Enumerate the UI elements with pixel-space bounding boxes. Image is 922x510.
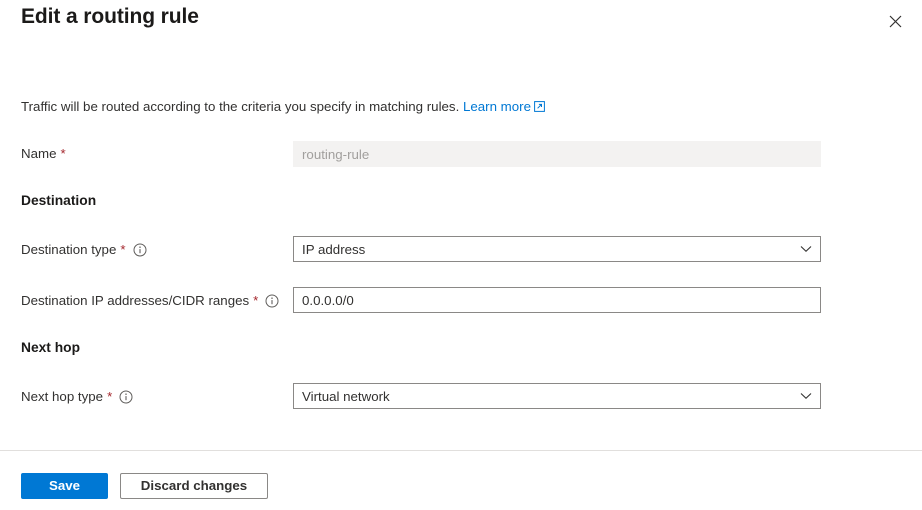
page-title: Edit a routing rule xyxy=(21,5,199,29)
next-hop-type-dropdown[interactable]: Virtual network xyxy=(293,383,821,409)
next-hop-type-label-text: Next hop type xyxy=(21,388,103,406)
name-label: Name * xyxy=(21,145,66,163)
external-link-icon xyxy=(534,99,545,117)
destination-ranges-field-wrap xyxy=(293,287,821,313)
blade-footer: Save Discard changes xyxy=(0,450,922,510)
blade-header: Edit a routing rule xyxy=(0,0,922,46)
chevron-down-icon xyxy=(800,387,812,405)
info-icon[interactable] xyxy=(119,390,133,404)
learn-more-label: Learn more xyxy=(463,99,531,114)
blade-body: Traffic will be routed according to the … xyxy=(0,46,922,450)
learn-more-link[interactable]: Learn more xyxy=(463,99,545,114)
required-indicator: * xyxy=(60,149,65,159)
info-icon[interactable] xyxy=(133,243,147,257)
discard-changes-button[interactable]: Discard changes xyxy=(120,473,268,499)
next-hop-type-field-wrap: Virtual network xyxy=(293,383,821,409)
info-icon[interactable] xyxy=(265,294,279,308)
name-input xyxy=(293,141,821,167)
description-text: Traffic will be routed according to the … xyxy=(21,98,545,117)
name-field-wrap xyxy=(293,141,821,167)
destination-type-dropdown[interactable]: IP address xyxy=(293,236,821,262)
required-indicator: * xyxy=(107,392,112,402)
chevron-down-icon xyxy=(800,240,812,258)
destination-type-label: Destination type * xyxy=(21,241,147,259)
destination-type-label-text: Destination type xyxy=(21,241,116,259)
close-button[interactable] xyxy=(880,8,910,34)
destination-ranges-input[interactable] xyxy=(293,287,821,313)
destination-section-header: Destination xyxy=(21,193,96,208)
next-hop-type-value: Virtual network xyxy=(302,389,390,404)
required-indicator: * xyxy=(253,296,258,306)
required-indicator: * xyxy=(120,245,125,255)
footer-button-group: Save Discard changes xyxy=(21,473,268,499)
name-label-text: Name xyxy=(21,145,56,163)
close-icon xyxy=(889,15,902,28)
destination-ranges-label-text: Destination IP addresses/CIDR ranges xyxy=(21,292,249,310)
destination-ranges-label: Destination IP addresses/CIDR ranges * xyxy=(21,292,279,310)
description-label: Traffic will be routed according to the … xyxy=(21,99,459,114)
next-hop-type-label: Next hop type * xyxy=(21,388,133,406)
next-hop-section-header: Next hop xyxy=(21,340,80,355)
save-button[interactable]: Save xyxy=(21,473,108,499)
destination-type-field-wrap: IP address xyxy=(293,236,821,262)
destination-type-value: IP address xyxy=(302,242,365,257)
